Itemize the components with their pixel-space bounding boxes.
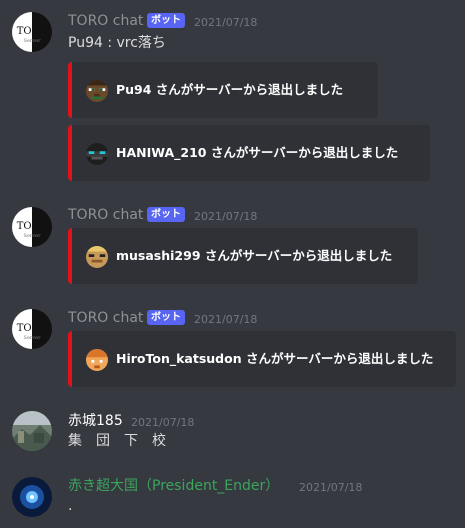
player-head-icon: [86, 80, 108, 102]
svg-text:Server: Server: [24, 233, 42, 239]
embed: HANIWA_210 さんがサーバーから退出しました: [68, 125, 430, 181]
embed: HiroTon_katsudon さんがサーバーから退出しました: [68, 331, 456, 387]
embed-text: HiroTon_katsudon さんがサーバーから退出しました: [116, 351, 434, 366]
author-name[interactable]: TORO chat: [68, 310, 143, 326]
toro-server-logo-icon: TORO Server: [12, 207, 52, 247]
logo-text: TORO: [17, 323, 48, 334]
timestamp[interactable]: 2021/07/18: [194, 313, 257, 326]
avatar[interactable]: TORO Server: [12, 207, 52, 247]
user-photo-icon: [12, 477, 52, 517]
player-head-icon: [86, 143, 108, 165]
author-name[interactable]: 赤城185: [68, 413, 123, 429]
user-photo-icon: [12, 411, 52, 451]
player-head-icon: [86, 246, 108, 268]
embed-text: HANIWA_210 さんがサーバーから退出しました: [116, 145, 399, 160]
avatar[interactable]: TORO Server: [12, 12, 52, 52]
embed: Pu94 さんがサーバーから退出しました: [68, 62, 378, 118]
svg-text:Server: Server: [24, 335, 42, 341]
timestamp[interactable]: 2021/07/18: [299, 481, 362, 494]
embed: musashi299 さんがサーバーから退出しました: [68, 228, 418, 284]
author-name[interactable]: TORO chat: [68, 207, 143, 223]
avatar[interactable]: TORO Server: [12, 309, 52, 349]
timestamp[interactable]: 2021/07/18: [131, 416, 194, 429]
toro-server-logo-icon: TORO Server: [12, 12, 52, 52]
player-head-icon: [86, 349, 108, 371]
bot-tag: ボット: [147, 207, 185, 222]
author-name[interactable]: 赤き超大国（President_Ender）: [68, 478, 279, 494]
timestamp[interactable]: 2021/07/18: [194, 210, 257, 223]
avatar[interactable]: [12, 411, 52, 451]
message-text: Pu94 : vrc落ち: [68, 35, 166, 51]
logo-text: TORO: [17, 221, 48, 232]
embed-text: musashi299 さんがサーバーから退出しました: [116, 248, 393, 263]
svg-text:Server: Server: [24, 38, 42, 44]
bot-tag: ボット: [147, 310, 185, 325]
message-text: 集 団 下 校: [68, 433, 166, 449]
message-text: .: [68, 498, 73, 514]
toro-server-logo-icon: TORO Server: [12, 309, 52, 349]
embed-text: Pu94 さんがサーバーから退出しました: [116, 82, 344, 97]
logo-text: TORO: [17, 26, 48, 37]
timestamp[interactable]: 2021/07/18: [194, 16, 257, 29]
bot-tag: ボット: [147, 13, 185, 28]
author-name[interactable]: TORO chat: [68, 13, 143, 29]
avatar[interactable]: [12, 477, 52, 517]
